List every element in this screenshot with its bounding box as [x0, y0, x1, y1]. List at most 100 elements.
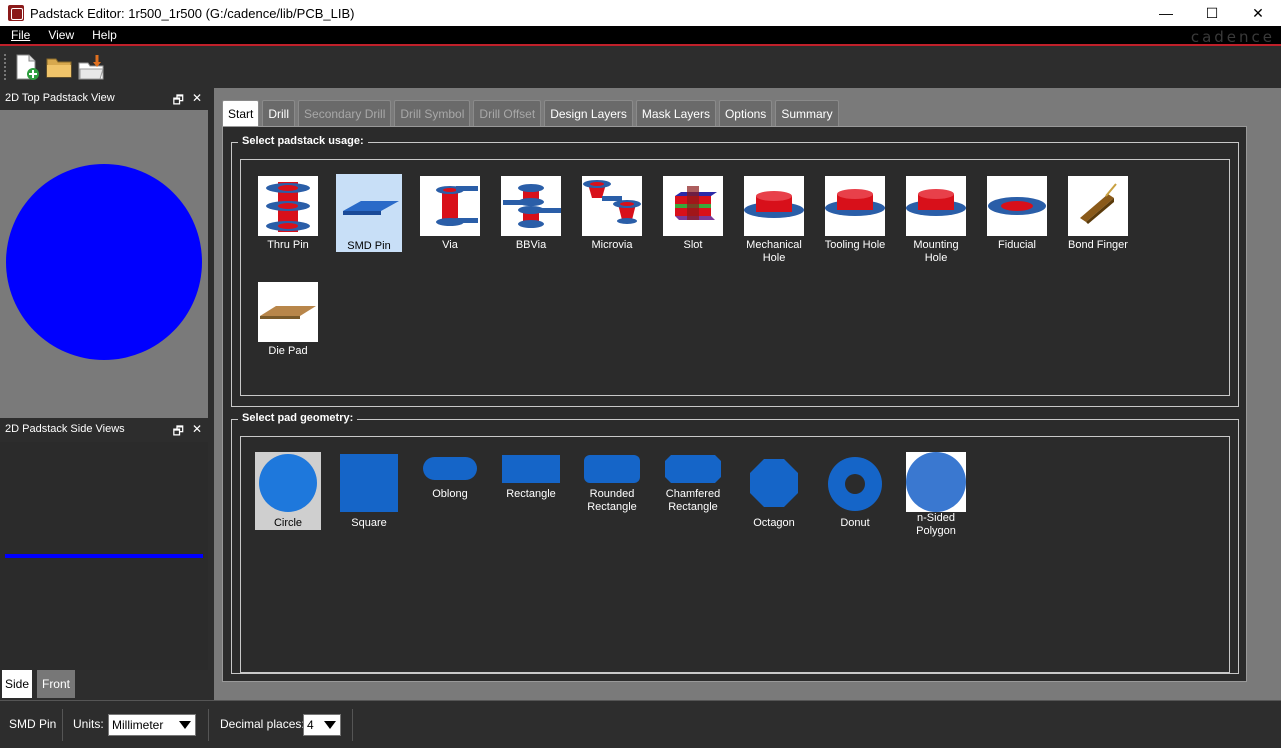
usage-bbvia[interactable]: BBVia [498, 176, 564, 252]
geometry-group-label: Select pad geometry: [238, 412, 358, 424]
pad-side-canvas [5, 554, 203, 558]
pad-top-canvas [6, 164, 202, 360]
geometry-label: Oblong [432, 488, 468, 500]
usage-bond-finger[interactable]: Bond Finger [1065, 176, 1131, 252]
geometry-donut[interactable]: Donut [822, 452, 888, 530]
close-icon[interactable]: ✕ [192, 91, 202, 112]
tab-summary[interactable]: Summary [775, 100, 839, 126]
usage-box: Thru Pin SMD Pin Via BBVia Microvia Slot… [240, 159, 1230, 396]
status-separator [352, 709, 353, 741]
top-view-header: 2D Top Padstack View 🗗 ✕ [0, 88, 208, 108]
usage-group: Select padstack usage: Thru Pin SMD Pin … [231, 135, 1239, 407]
usage-mechanical-hole[interactable]: Mechanical Hole [741, 176, 807, 265]
chevron-down-icon [179, 721, 191, 729]
menu-bar: File View Help cadence [0, 26, 1281, 46]
usage-group-label: Select padstack usage: [238, 135, 368, 147]
usage-microvia[interactable]: Microvia [579, 176, 645, 252]
units-select[interactable]: Millimeter [108, 714, 196, 736]
tab-options[interactable]: Options [718, 100, 773, 126]
minimize-button[interactable]: — [1143, 0, 1189, 26]
menu-file[interactable]: File [11, 28, 30, 42]
geometry-circle[interactable]: Circle [255, 452, 321, 530]
usage-thru-pin[interactable]: Thru Pin [255, 176, 321, 252]
circle-icon [259, 454, 317, 512]
tab-design-layers[interactable]: Design Layers [544, 100, 633, 126]
tooling-hole-icon [825, 189, 885, 216]
maximize-button[interactable]: ☐ [1189, 0, 1235, 26]
geometry-rectangle[interactable]: Rectangle [498, 452, 564, 501]
geometry-n-sided-polygon[interactable]: n-Sided Polygon [903, 452, 969, 538]
side-view-title: 2D Padstack Side Views [5, 423, 125, 435]
usage-label: Mechanical Hole [746, 239, 802, 264]
top-view-title: 2D Top Padstack View [5, 92, 115, 104]
tab-front[interactable]: Front [37, 670, 75, 698]
fiducial-icon [988, 197, 1046, 215]
main-panel: Start Drill Secondary Drill Drill Symbol… [214, 88, 1281, 700]
usage-tooling-hole[interactable]: Tooling Hole [822, 176, 888, 252]
menu-view[interactable]: View [48, 28, 74, 42]
octagon-icon [750, 459, 798, 507]
usage-via[interactable]: Via [417, 176, 483, 252]
geometry-chamfered-rectangle[interactable]: Chamfered Rectangle [660, 452, 726, 514]
geometry-octagon[interactable]: Octagon [741, 452, 807, 530]
usage-die-pad[interactable]: Die Pad [255, 282, 321, 358]
usage-label: SMD Pin [347, 240, 391, 252]
geometry-label: n-Sided Polygon [916, 512, 956, 537]
side-view-tabs: Side Front [0, 670, 208, 700]
usage-label: Tooling Hole [824, 239, 886, 251]
mounting-hole-icon [906, 189, 966, 216]
menu-help[interactable]: Help [92, 28, 117, 42]
tab-drill[interactable]: Drill [262, 100, 296, 126]
units-label: Units: [73, 717, 104, 731]
float-icon[interactable]: 🗗 [173, 91, 184, 112]
geometry-box: Circle Square Oblong Rectangle Rounded R [240, 436, 1230, 673]
tab-start[interactable]: Start [222, 100, 260, 126]
die-pad-icon [260, 306, 316, 319]
usage-mounting-hole[interactable]: Mounting Hole [903, 176, 969, 265]
usage-slot[interactable]: Slot [660, 176, 726, 252]
tab-secondary-drill[interactable]: Secondary Drill [298, 100, 392, 126]
units-value: Millimeter [112, 718, 164, 732]
polygon-icon [906, 452, 966, 512]
open-folder-icon[interactable] [45, 53, 73, 81]
geometry-label: Chamfered Rectangle [665, 488, 721, 513]
decimal-places-select[interactable]: 4 [303, 714, 341, 736]
rounded-rectangle-icon [584, 455, 640, 483]
decimal-places-value: 4 [307, 718, 314, 732]
pad-circle-shape [6, 164, 202, 360]
close-button[interactable]: ✕ [1235, 0, 1281, 26]
window-title: Padstack Editor: 1r500_1r500 (G:/cadence… [30, 5, 355, 21]
status-separator [208, 709, 209, 741]
side-view-header: 2D Padstack Side Views 🗗 ✕ [0, 419, 208, 439]
oblong-icon [423, 457, 477, 480]
smd-pin-icon [343, 201, 399, 215]
geometry-rounded-rectangle[interactable]: Rounded Rectangle [579, 452, 645, 514]
tab-side[interactable]: Side [2, 670, 32, 698]
geometry-label: Donut [840, 517, 870, 529]
via-icon [436, 186, 478, 226]
usage-label: Microvia [591, 239, 633, 251]
float-icon[interactable]: 🗗 [173, 422, 184, 443]
bond-finger-icon [1080, 183, 1117, 224]
close-icon[interactable]: ✕ [192, 422, 202, 443]
usage-fiducial[interactable]: Fiducial [984, 176, 1050, 252]
tab-drill-symbol[interactable]: Drill Symbol [394, 100, 471, 126]
status-bar: SMD Pin Units: Millimeter Decimal places… [0, 700, 1281, 748]
open-library-icon[interactable] [77, 53, 105, 81]
geometry-square[interactable]: Square [336, 452, 402, 530]
tab-mask-layers[interactable]: Mask Layers [635, 100, 716, 126]
geometry-oblong[interactable]: Oblong [417, 452, 483, 501]
left-panel: 2D Top Padstack View 🗗 ✕ 2D Padstack Sid… [0, 88, 208, 700]
microvia-icon [583, 180, 641, 224]
geometry-label: Rounded Rectangle [587, 488, 637, 513]
tab-drill-offset[interactable]: Drill Offset [473, 100, 542, 126]
geometry-label: Rectangle [506, 488, 556, 500]
start-tab-content: Select padstack usage: Thru Pin SMD Pin … [222, 126, 1247, 682]
usage-smd-pin[interactable]: SMD Pin [336, 174, 402, 252]
new-file-icon[interactable] [13, 53, 41, 81]
status-usage: SMD Pin [9, 717, 57, 731]
toolbar-grip[interactable] [4, 54, 6, 80]
usage-label: Slot [683, 239, 703, 251]
thru-pin-icon [266, 182, 310, 232]
status-separator [62, 709, 63, 741]
